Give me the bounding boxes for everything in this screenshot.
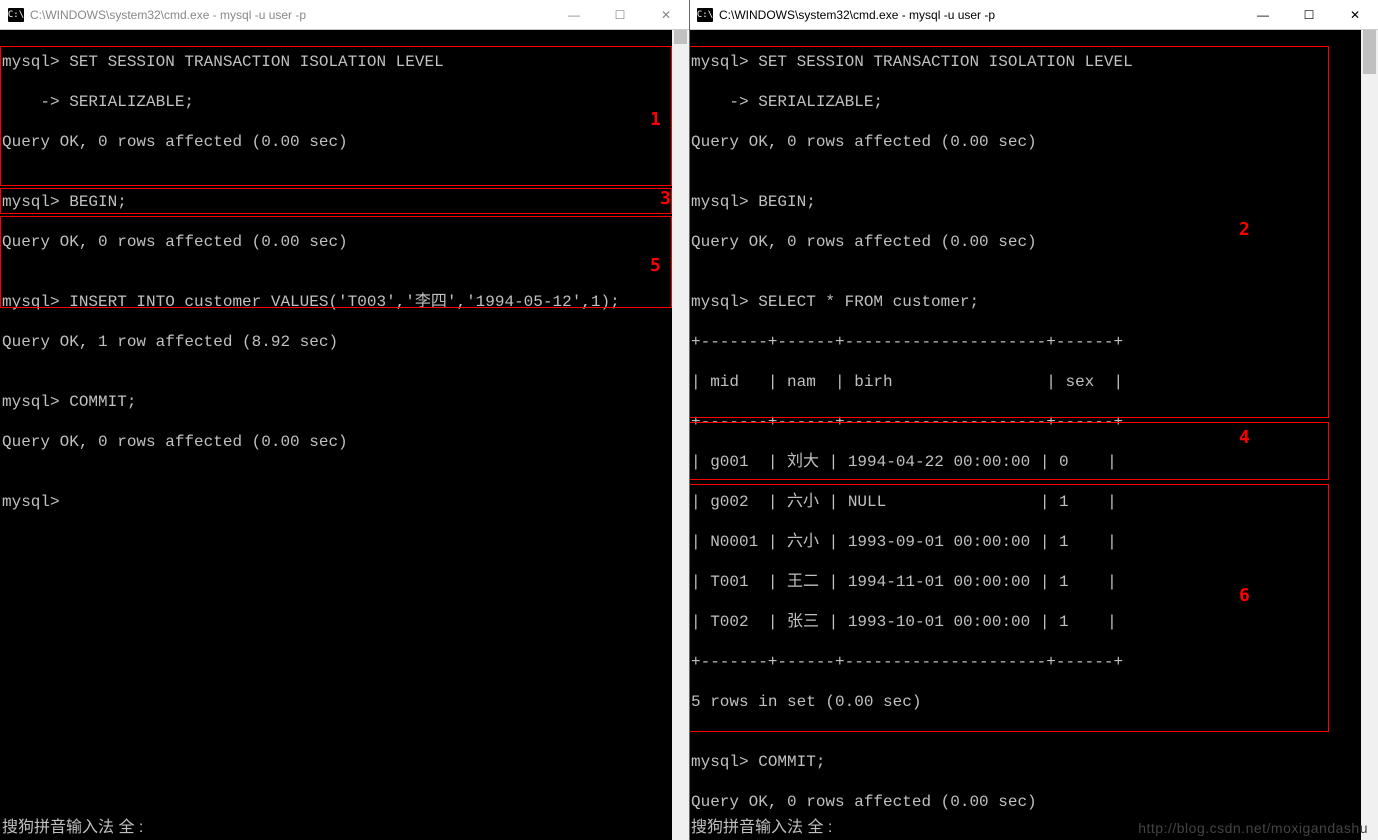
term-line: | g002 | 六小 | NULL | 1 | [691, 492, 1378, 512]
cmd-icon: C:\ [8, 8, 24, 22]
shell: C:\ C:\WINDOWS\system32\cmd.exe - mysql … [0, 0, 1378, 840]
right-scrollbar[interactable] [1361, 30, 1378, 840]
term-line: mysql> SET SESSION TRANSACTION ISOLATION… [691, 52, 1378, 72]
right-titlebar[interactable]: C:\ C:\WINDOWS\system32\cmd.exe - mysql … [689, 0, 1378, 30]
window-divider [689, 0, 690, 840]
maximize-button[interactable]: ☐ [1286, 0, 1332, 30]
left-title-text: C:\WINDOWS\system32\cmd.exe - mysql -u u… [30, 8, 306, 22]
term-line: Query OK, 0 rows affected (0.00 sec) [691, 132, 1378, 152]
term-line: Query OK, 0 rows affected (0.00 sec) [2, 232, 689, 252]
watermark: http://blog.csdn.net/moxigandashu [1138, 820, 1368, 836]
term-line: | N0001 | 六小 | 1993-09-01 00:00:00 | 1 | [691, 532, 1378, 552]
term-line: | T001 | 王二 | 1994-11-01 00:00:00 | 1 | [691, 572, 1378, 592]
term-line: mysql> COMMIT; [2, 392, 689, 412]
annot-num-5: 5 [650, 256, 661, 276]
term-line: mysql> BEGIN; [2, 192, 689, 212]
term-line: mysql> INSERT INTO customer VALUES('T003… [2, 292, 689, 312]
close-button[interactable]: ✕ [643, 0, 689, 30]
term-line: | g001 | 刘大 | 1994-04-22 00:00:00 | 0 | [691, 452, 1378, 472]
term-line: -> SERIALIZABLE; [2, 92, 689, 112]
scrollbar-thumb[interactable] [674, 30, 687, 44]
right-terminal[interactable]: mysql> SET SESSION TRANSACTION ISOLATION… [689, 30, 1378, 840]
close-button[interactable]: ✕ [1332, 0, 1378, 30]
term-line: Query OK, 0 rows affected (0.00 sec) [691, 792, 1378, 812]
term-line: mysql> SELECT * FROM customer; [691, 292, 1378, 312]
term-line: +-------+------+---------------------+--… [691, 332, 1378, 352]
left-titlebar[interactable]: C:\ C:\WINDOWS\system32\cmd.exe - mysql … [0, 0, 689, 30]
cmd-icon: C:\ [697, 8, 713, 22]
term-line: 5 rows in set (0.00 sec) [691, 692, 1378, 712]
left-terminal[interactable]: mysql> SET SESSION TRANSACTION ISOLATION… [0, 30, 689, 840]
annot-num-1: 1 [650, 110, 661, 130]
maximize-button[interactable]: ☐ [597, 0, 643, 30]
term-line: Query OK, 1 row affected (8.92 sec) [2, 332, 689, 352]
ime-footer-left: 搜狗拼音输入法 全 : [0, 816, 145, 840]
term-line: mysql> [2, 492, 689, 512]
minimize-button[interactable]: — [551, 0, 597, 30]
minimize-button[interactable]: — [1240, 0, 1286, 30]
left-window: C:\ C:\WINDOWS\system32\cmd.exe - mysql … [0, 0, 689, 840]
ime-footer-right: 搜狗拼音输入法 全 : [689, 816, 834, 840]
right-title-text: C:\WINDOWS\system32\cmd.exe - mysql -u u… [719, 8, 995, 22]
term-line: Query OK, 0 rows affected (0.00 sec) [2, 132, 689, 152]
scrollbar-thumb[interactable] [1363, 30, 1376, 74]
term-line: | T002 | 张三 | 1993-10-01 00:00:00 | 1 | [691, 612, 1378, 632]
term-line: +-------+------+---------------------+--… [691, 652, 1378, 672]
right-window: C:\ C:\WINDOWS\system32\cmd.exe - mysql … [689, 0, 1378, 840]
term-line: mysql> SET SESSION TRANSACTION ISOLATION… [2, 52, 689, 72]
term-line: Query OK, 0 rows affected (0.00 sec) [2, 432, 689, 452]
term-line: mysql> COMMIT; [691, 752, 1378, 772]
term-line: -> SERIALIZABLE; [691, 92, 1378, 112]
term-line: +-------+------+---------------------+--… [691, 412, 1378, 432]
term-line: mysql> BEGIN; [691, 192, 1378, 212]
term-line: Query OK, 0 rows affected (0.00 sec) [691, 232, 1378, 252]
left-scrollbar[interactable] [672, 30, 689, 840]
term-line: | mid | nam | birh | sex | [691, 372, 1378, 392]
